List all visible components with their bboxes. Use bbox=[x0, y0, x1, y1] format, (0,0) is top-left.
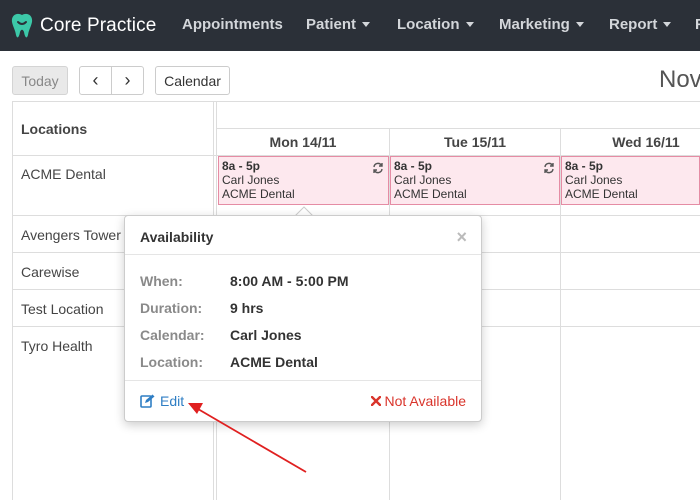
day-header-tue: Tue 15/11 bbox=[443, 134, 506, 150]
when-value: 8:00 AM - 5:00 PM bbox=[230, 273, 349, 289]
availability-event-wed[interactable]: 8a - 5p Carl Jones ACME Dental bbox=[561, 156, 700, 205]
when-label: When: bbox=[140, 273, 183, 289]
today-button[interactable]: Today bbox=[12, 66, 68, 95]
location-row-label: ACME Dental bbox=[21, 166, 106, 182]
next-button[interactable]: › bbox=[111, 66, 144, 95]
nav-marketing[interactable]: Marketing bbox=[499, 16, 584, 33]
locations-header: Locations bbox=[21, 121, 88, 137]
edit-link[interactable]: Edit bbox=[140, 393, 184, 409]
x-icon bbox=[370, 396, 381, 406]
top-navbar: Core Practice Appointments Patient Locat… bbox=[0, 0, 700, 51]
day-header-mon: Mon 14/11 bbox=[269, 134, 337, 150]
event-time: 8a - 5p bbox=[565, 159, 604, 173]
nav-patient[interactable]: Patient bbox=[306, 16, 371, 33]
location-row-label: Avengers Tower bbox=[21, 227, 121, 243]
nav-appointments[interactable]: Appointments bbox=[182, 16, 283, 33]
month-title: Nov bbox=[659, 66, 700, 93]
nav-patient-label: Patient bbox=[306, 16, 357, 33]
grid-line bbox=[12, 101, 700, 102]
popover-title: Availability bbox=[140, 229, 214, 245]
nav-report-label: Report bbox=[609, 16, 658, 33]
calendar-button[interactable]: Calendar bbox=[155, 66, 230, 95]
nav-marketing-label: Marketing bbox=[499, 16, 570, 33]
popover-divider bbox=[125, 254, 481, 255]
nav-report[interactable]: Report bbox=[609, 16, 672, 33]
prev-button[interactable]: ‹ bbox=[79, 66, 112, 95]
event-location: ACME Dental bbox=[222, 187, 295, 201]
event-person: Carl Jones bbox=[565, 173, 623, 187]
event-person: Carl Jones bbox=[222, 173, 280, 187]
location-row-label: Tyro Health bbox=[21, 338, 93, 354]
availability-event-tue[interactable]: 8a - 5p Carl Jones ACME Dental bbox=[390, 156, 560, 205]
calendar-value: Carl Jones bbox=[230, 327, 302, 343]
nav-more[interactable]: R bbox=[695, 16, 700, 33]
availability-popover: Availability × When: 8:00 AM - 5:00 PM D… bbox=[124, 215, 482, 422]
tooth-logo-icon bbox=[10, 13, 34, 39]
duration-label: Duration: bbox=[140, 300, 203, 316]
caret-down-icon bbox=[362, 21, 371, 27]
caret-down-icon bbox=[575, 21, 584, 27]
not-available-label: Not Available bbox=[384, 393, 466, 409]
event-time: 8a - 5p bbox=[394, 159, 433, 173]
calendar-label: Calendar: bbox=[140, 327, 205, 343]
location-row-label: Carewise bbox=[21, 264, 80, 280]
nav-location-label: Location bbox=[397, 16, 460, 33]
grid-line bbox=[217, 128, 700, 129]
caret-down-icon bbox=[465, 21, 474, 27]
location-row-label: Test Location bbox=[21, 301, 104, 317]
not-available-link[interactable]: Not Available bbox=[370, 393, 466, 409]
brand-name: Core Practice bbox=[40, 15, 157, 36]
edit-icon bbox=[140, 394, 155, 408]
event-time: 8a - 5p bbox=[222, 159, 261, 173]
location-label: Location: bbox=[140, 354, 203, 370]
caret-down-icon bbox=[663, 21, 672, 27]
availability-event-mon[interactable]: 8a - 5p Carl Jones ACME Dental bbox=[218, 156, 389, 205]
popover-divider bbox=[125, 380, 481, 381]
nav-location[interactable]: Location bbox=[397, 16, 474, 33]
location-value: ACME Dental bbox=[230, 354, 318, 370]
duration-value: 9 hrs bbox=[230, 300, 264, 316]
edit-label: Edit bbox=[160, 393, 185, 409]
day-header-wed: Wed 16/11 bbox=[612, 134, 680, 150]
event-person: Carl Jones bbox=[394, 173, 452, 187]
repeat-icon bbox=[543, 162, 555, 177]
repeat-icon bbox=[372, 162, 384, 177]
grid-line bbox=[12, 101, 13, 500]
event-location: ACME Dental bbox=[394, 187, 467, 201]
close-icon[interactable]: × bbox=[456, 227, 467, 248]
event-location: ACME Dental bbox=[565, 187, 638, 201]
brand-logo[interactable]: Core Practice bbox=[10, 13, 156, 39]
